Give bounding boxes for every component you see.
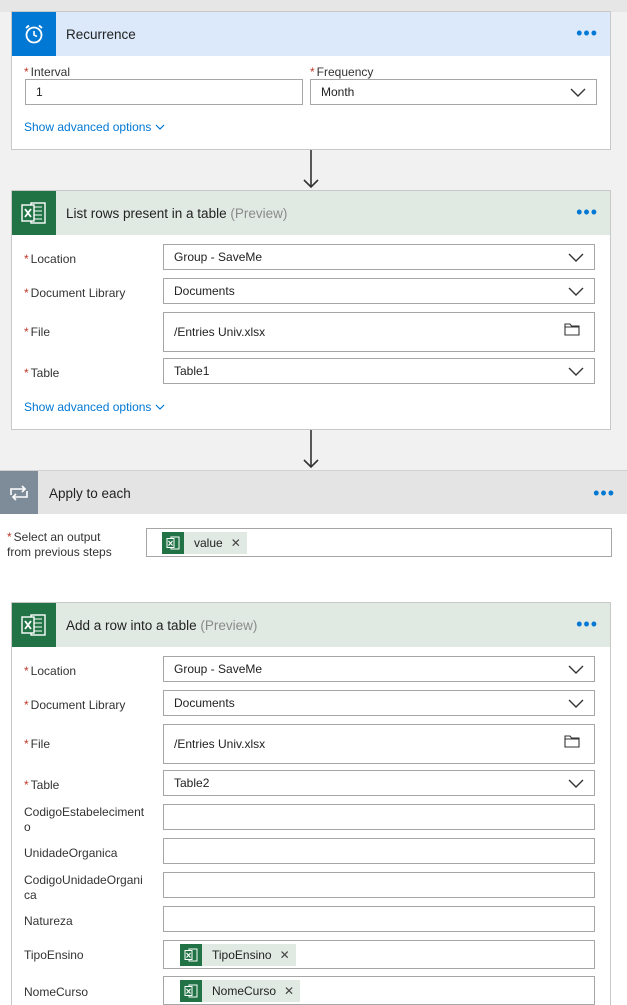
file-picker[interactable]: /Entries Univ.xlsx	[163, 312, 595, 352]
down-arrow-icon	[303, 430, 319, 469]
file-picker[interactable]: /Entries Univ.xlsx	[163, 724, 595, 764]
more-options-icon[interactable]: •••	[576, 24, 598, 42]
location-select[interactable]: Group - SaveMe	[163, 656, 595, 682]
tipo-ensino-input[interactable]: TipoEnsino ✕	[163, 940, 595, 969]
list-rows-card: List rows present in a table (Preview) •…	[11, 190, 611, 430]
recurrence-title: Recurrence	[66, 26, 136, 42]
natureza-label: Natureza	[24, 914, 73, 928]
recurrence-card: Recurrence ••• * Interval 1 * Frequency Mo…	[11, 11, 611, 150]
document-library-label: * Document Library	[24, 286, 126, 300]
nome-curso-token[interactable]: NomeCurso ✕	[180, 979, 301, 1002]
natureza-input[interactable]	[163, 906, 595, 932]
excel-icon	[180, 979, 202, 1002]
apply-to-each-body: * Select an output from previous steps val…	[0, 514, 627, 1005]
remove-token-icon[interactable]: ✕	[280, 948, 290, 962]
excel-icon	[180, 943, 202, 966]
table-select[interactable]: Table2	[163, 770, 595, 796]
alarm-clock-icon	[12, 12, 56, 56]
folder-icon[interactable]	[564, 734, 580, 748]
document-library-select[interactable]: Documents	[163, 278, 595, 304]
chevron-down-icon	[156, 404, 165, 410]
frequency-select[interactable]: Month	[310, 79, 597, 105]
chevron-down-icon	[570, 88, 586, 97]
interval-label: * Interval	[24, 65, 71, 79]
unidade-organica-label: UnidadeOrganica	[24, 846, 118, 860]
loop-icon	[0, 471, 38, 515]
add-row-card: Add a row into a table (Preview) ••• * Lo…	[11, 602, 611, 1005]
down-arrow-icon	[303, 150, 319, 189]
excel-icon	[162, 531, 184, 554]
chevron-down-icon	[568, 779, 584, 788]
interval-input[interactable]: 1	[25, 79, 303, 105]
nome-curso-input[interactable]: NomeCurso ✕	[163, 976, 595, 1005]
more-options-icon[interactable]: •••	[593, 484, 615, 502]
document-library-select[interactable]: Documents	[163, 690, 595, 716]
tipo-ensino-token[interactable]: TipoEnsino ✕	[180, 943, 296, 966]
chevron-down-icon	[568, 367, 584, 376]
location-select[interactable]: Group - SaveMe	[163, 244, 595, 270]
list-rows-title: List rows present in a table (Preview)	[66, 205, 288, 221]
frequency-label: * Frequency	[310, 65, 374, 79]
show-advanced-options-link[interactable]: Show advanced options	[24, 400, 165, 414]
file-label: * File	[24, 325, 51, 339]
codigo-unidade-organica-label: CodigoUnidadeOrgani ca	[24, 873, 143, 902]
value-token[interactable]: value ✕	[162, 531, 247, 554]
codigo-estabelecimento-label: CodigoEstabeleciment o	[24, 805, 145, 834]
add-row-header[interactable]: Add a row into a table (Preview) •••	[12, 603, 610, 647]
add-row-title: Add a row into a table (Preview)	[66, 617, 258, 633]
document-library-label: * Document Library	[24, 698, 126, 712]
file-label: * File	[24, 737, 51, 751]
chevron-down-icon	[568, 253, 584, 262]
table-select[interactable]: Table1	[163, 358, 595, 384]
show-advanced-options-link[interactable]: Show advanced options	[24, 120, 165, 134]
select-output-input[interactable]: value ✕	[146, 528, 612, 557]
recurrence-header[interactable]: Recurrence •••	[12, 12, 610, 56]
location-label: * Location	[24, 252, 77, 266]
remove-token-icon[interactable]: ✕	[231, 536, 241, 550]
tipo-ensino-label: TipoEnsino	[24, 948, 84, 962]
table-label: * Table	[24, 366, 60, 380]
codigo-unidade-organica-input[interactable]	[163, 872, 595, 898]
apply-to-each-header[interactable]: Apply to each •••	[0, 470, 627, 515]
location-label: * Location	[24, 664, 77, 678]
list-rows-header[interactable]: List rows present in a table (Preview) •…	[12, 191, 610, 235]
chevron-down-icon	[156, 124, 165, 130]
chevron-down-icon	[568, 287, 584, 296]
unidade-organica-input[interactable]	[163, 838, 595, 864]
apply-to-each-title: Apply to each	[49, 486, 131, 501]
codigo-estabelecimento-input[interactable]	[163, 804, 595, 830]
remove-token-icon[interactable]: ✕	[284, 984, 294, 998]
chevron-down-icon	[568, 699, 584, 708]
nome-curso-label: NomeCurso	[24, 985, 89, 999]
select-output-label: * Select an output from previous steps	[7, 530, 112, 559]
excel-icon	[12, 603, 56, 647]
excel-icon	[12, 191, 56, 235]
chevron-down-icon	[568, 665, 584, 674]
table-label: * Table	[24, 778, 60, 792]
more-options-icon[interactable]: •••	[576, 203, 598, 221]
folder-icon[interactable]	[564, 322, 580, 336]
more-options-icon[interactable]: •••	[576, 615, 598, 633]
